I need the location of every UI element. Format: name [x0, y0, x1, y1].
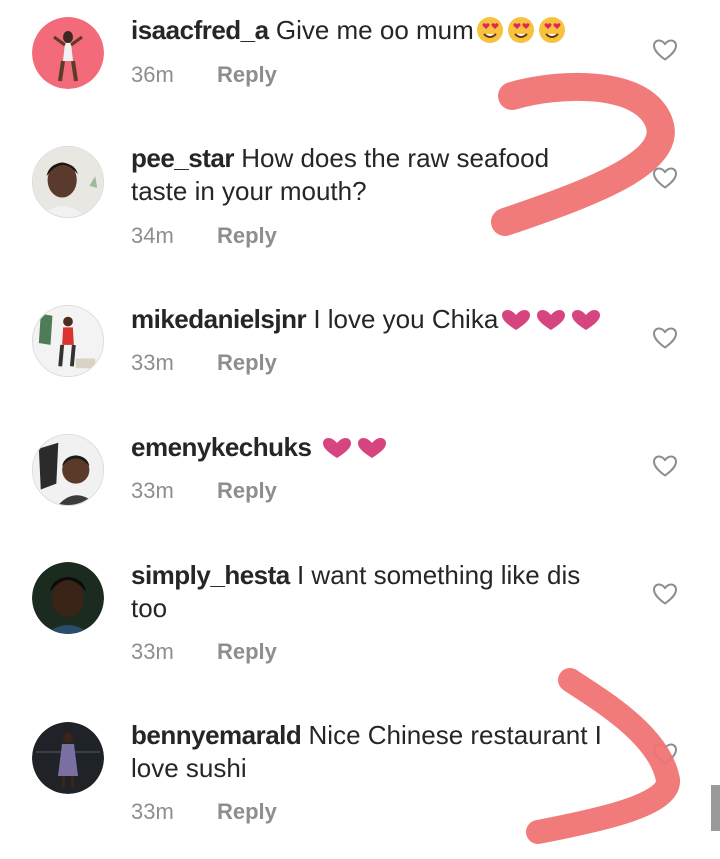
pink-heart-emoji	[320, 435, 354, 469]
comment-text: emenykechuks	[131, 431, 631, 469]
heart-eyes-emoji	[475, 16, 505, 52]
scrollbar-thumb[interactable]	[711, 785, 720, 831]
comment-meta: 34m Reply	[131, 223, 277, 249]
avatar-image	[33, 147, 103, 217]
comment-timestamp: 36m	[131, 62, 174, 87]
reply-button[interactable]: Reply	[217, 350, 277, 375]
comment-username[interactable]: isaacfred_a	[131, 15, 269, 45]
comment-timestamp: 34m	[131, 223, 174, 248]
heart-eyes-emoji	[537, 16, 567, 52]
comment-meta: 33m Reply	[131, 478, 277, 504]
comment-username[interactable]: pee_star	[131, 143, 234, 173]
comment-meta: 33m Reply	[131, 639, 277, 665]
comment-timestamp: 33m	[131, 639, 174, 664]
comment-meta: 36m Reply	[131, 62, 277, 88]
heart-eyes-emoji	[506, 16, 536, 52]
pink-heart-emoji	[499, 307, 533, 341]
comment-text: bennyemarald Nice Chinese restaurant I l…	[131, 719, 631, 785]
avatar-image	[33, 435, 103, 505]
avatar-image	[32, 17, 104, 89]
comment-timestamp: 33m	[131, 350, 174, 375]
reply-button[interactable]: Reply	[217, 62, 277, 87]
reply-button[interactable]: Reply	[217, 223, 277, 248]
avatar-image	[33, 306, 103, 376]
like-heart-outline-icon[interactable]	[652, 454, 678, 478]
comment-meta: 33m Reply	[131, 799, 277, 825]
like-heart-outline-icon[interactable]	[652, 326, 678, 350]
avatar[interactable]	[32, 17, 104, 89]
reply-button[interactable]: Reply	[217, 799, 277, 824]
comment-body: Give me oo mum	[275, 15, 474, 45]
comment-text: simply_hesta I want something like dis t…	[131, 559, 621, 625]
comment-body: I love you Chika	[313, 304, 499, 334]
comment-username[interactable]: bennyemarald	[131, 720, 302, 750]
avatar[interactable]	[32, 146, 104, 218]
avatar[interactable]	[32, 434, 104, 506]
pink-heart-emoji	[534, 307, 568, 341]
avatar[interactable]	[32, 305, 104, 377]
comment-text: pee_star How does the raw seafood taste …	[131, 142, 601, 208]
avatar[interactable]	[32, 562, 104, 634]
comment-text: mikedanielsjnr I love you Chika	[131, 303, 631, 341]
avatar-image	[32, 722, 104, 794]
comment-text: isaacfred_a Give me oo mum	[131, 14, 631, 52]
pink-heart-emoji	[355, 435, 389, 469]
like-heart-outline-icon[interactable]	[652, 38, 678, 62]
avatar[interactable]	[32, 722, 104, 794]
comment-timestamp: 33m	[131, 799, 174, 824]
reply-button[interactable]: Reply	[217, 478, 277, 503]
like-heart-outline-icon[interactable]	[652, 742, 678, 766]
avatar-image	[32, 562, 104, 634]
reply-button[interactable]: Reply	[217, 639, 277, 664]
like-heart-outline-icon[interactable]	[652, 582, 678, 606]
comment-meta: 33m Reply	[131, 350, 277, 376]
like-heart-outline-icon[interactable]	[652, 166, 678, 190]
comment-username[interactable]: simply_hesta	[131, 560, 290, 590]
comment-timestamp: 33m	[131, 478, 174, 503]
pink-heart-emoji	[569, 307, 603, 341]
comment-username[interactable]: mikedanielsjnr	[131, 304, 307, 334]
comment-username[interactable]: emenykechuks	[131, 432, 312, 462]
